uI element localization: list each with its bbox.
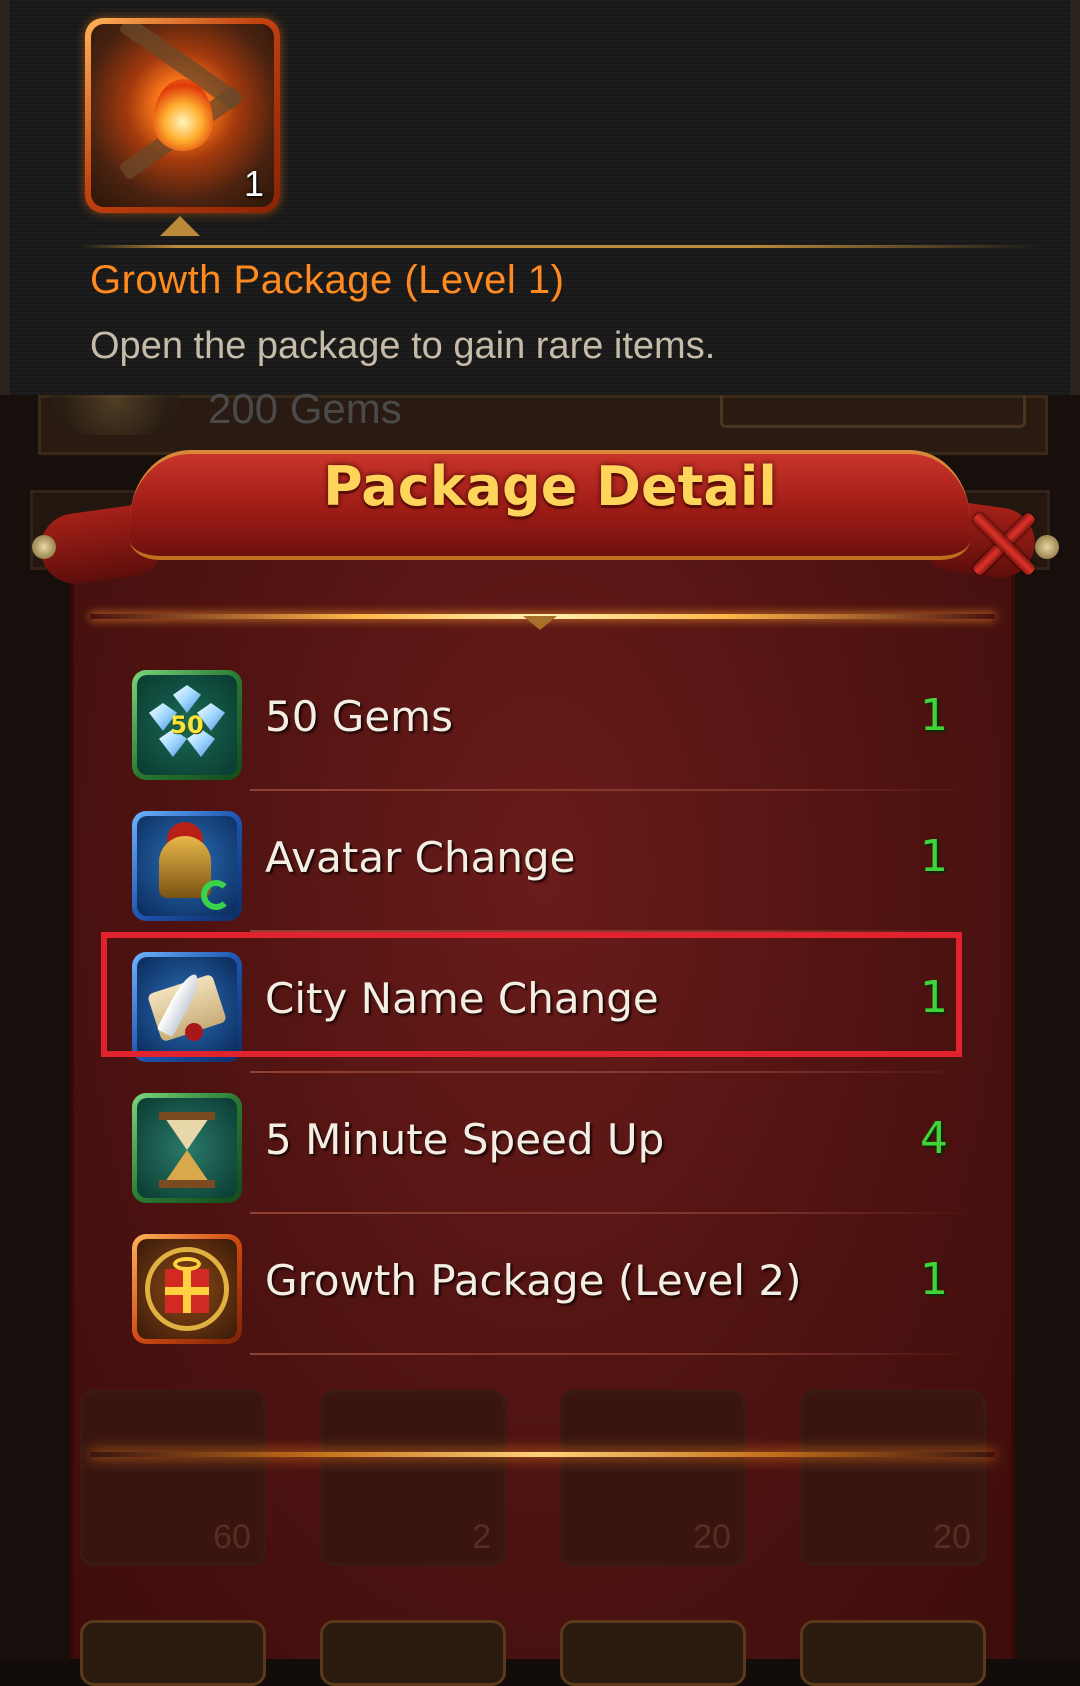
tooltip-description: Open the package to gain rare items. — [90, 325, 716, 367]
item-quantity: 1 — [920, 690, 948, 741]
list-item[interactable]: 50 50 Gems 1 — [120, 650, 980, 791]
row-divider — [250, 1353, 980, 1355]
slot-count: 20 — [693, 1518, 731, 1556]
tooltip-title: Growth Package (Level 1) — [90, 258, 565, 302]
gems-badge: 50 — [170, 711, 204, 739]
item-name: 5 Minute Speed Up — [265, 1115, 665, 1164]
fire-emblem-icon: 1 — [91, 24, 274, 207]
item-tooltip: 1 Growth Package (Level 1) Open the pack… — [0, 0, 1080, 395]
item-count: 1 — [243, 163, 264, 204]
list-item[interactable]: Growth Package (Level 2) 1 — [120, 1214, 980, 1355]
close-button[interactable] — [968, 508, 1038, 578]
item-name: Growth Package (Level 2) — [265, 1256, 802, 1305]
item-quantity: 1 — [920, 1254, 948, 1305]
background-slot: 20 — [560, 1390, 746, 1566]
item-name: Avatar Change — [265, 833, 576, 882]
item-quantity: 4 — [920, 1113, 948, 1164]
background-tab — [80, 1620, 266, 1686]
background-tab — [320, 1620, 506, 1686]
growth-package-tile[interactable]: 1 — [85, 18, 280, 213]
background-tab — [560, 1620, 746, 1686]
gift-icon — [132, 1234, 242, 1344]
helmet-icon — [132, 811, 242, 921]
item-quantity: 1 — [920, 831, 948, 882]
coin-pile-icon — [50, 395, 180, 435]
scroll-rod-left — [32, 535, 56, 559]
list-item[interactable]: Avatar Change 1 — [120, 791, 980, 932]
tooltip-pointer — [160, 216, 200, 236]
slot-count: 2 — [472, 1518, 491, 1556]
background-button — [720, 395, 1026, 428]
hourglass-icon — [132, 1093, 242, 1203]
background-slot: 20 — [800, 1390, 986, 1566]
slot-count: 60 — [213, 1518, 251, 1556]
background-slot: 60 — [80, 1390, 266, 1566]
dialog-title: Package Detail — [323, 455, 777, 518]
background-slot: 2 — [320, 1390, 506, 1566]
item-name: 50 Gems — [265, 692, 453, 741]
slot-count: 20 — [933, 1518, 971, 1556]
selection-highlight — [101, 932, 962, 1057]
scroll-rod-right — [1035, 535, 1059, 559]
bottom-glow-divider — [90, 1452, 995, 1457]
tooltip-divider — [80, 245, 1040, 248]
background-gems-label: 200 Gems — [208, 385, 402, 432]
gems-icon: 50 — [132, 670, 242, 780]
background-tab — [800, 1620, 986, 1686]
list-item[interactable]: 5 Minute Speed Up 4 — [120, 1073, 980, 1214]
